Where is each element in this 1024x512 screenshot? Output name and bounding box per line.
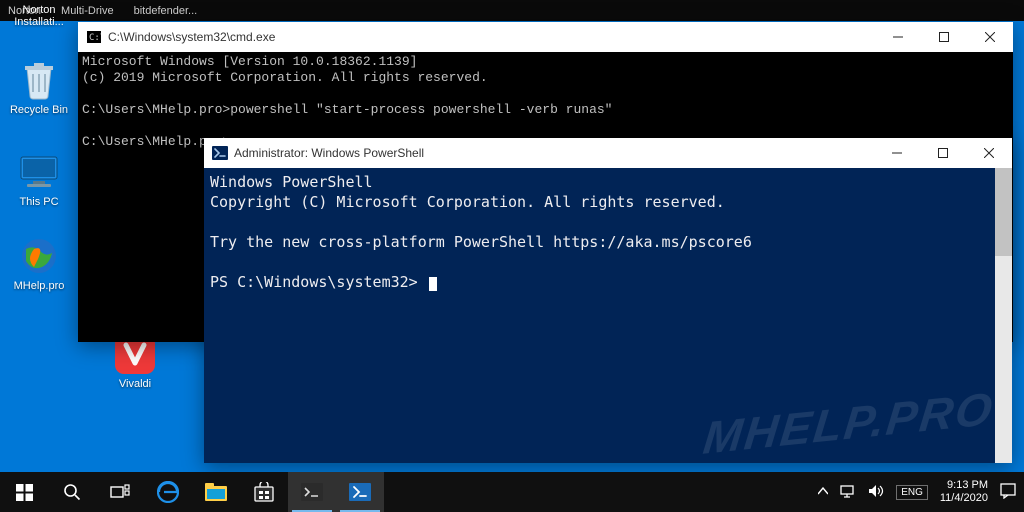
minimize-button[interactable]	[874, 138, 920, 168]
system-tray[interactable]: ENG 9:13 PM 11/4/2020	[810, 472, 1024, 512]
icon-label: This PC	[19, 196, 58, 208]
ps-titlebar[interactable]: Administrator: Windows PowerShell	[204, 138, 1012, 168]
ps-output: Windows PowerShell	[210, 173, 373, 191]
bookmark-strip: Norton Multi-Drive bitdefender...	[0, 0, 1024, 21]
recycle-bin-icon	[19, 60, 59, 100]
cmd-output: Microsoft Windows [Version 10.0.18362.11…	[82, 54, 417, 69]
ps-output: Try the new cross-platform PowerShell ht…	[210, 233, 752, 251]
tray-notifications-icon[interactable]	[1000, 483, 1016, 502]
icon-label: Norton Installati...	[4, 4, 74, 28]
powershell-window[interactable]: Administrator: Windows PowerShell Window…	[204, 138, 1012, 463]
ps-output: Copyright (C) Microsoft Corporation. All…	[210, 193, 725, 211]
taskbar[interactable]: ENG 9:13 PM 11/4/2020	[0, 472, 1024, 512]
tray-date: 11/4/2020	[940, 492, 988, 505]
cmd-title: C:\Windows\system32\cmd.exe	[108, 30, 275, 44]
taskbar-app-edge[interactable]	[144, 472, 192, 512]
taskbar-app-powershell[interactable]	[336, 472, 384, 512]
close-button[interactable]	[966, 138, 1012, 168]
icon-label: Recycle Bin	[10, 104, 68, 116]
tray-volume-icon[interactable]	[868, 484, 884, 501]
powershell-icon	[212, 145, 228, 161]
ps-body[interactable]: Windows PowerShell Copyright (C) Microso…	[204, 168, 1012, 463]
desktop-icon-recycle-bin[interactable]: Recycle Bin	[4, 60, 74, 116]
tray-clock[interactable]: 9:13 PM 11/4/2020	[940, 479, 988, 505]
taskbar-app-explorer[interactable]	[192, 472, 240, 512]
ps-prompt[interactable]: PS C:\Windows\system32>	[210, 273, 427, 291]
tray-chevron-up-icon[interactable]	[818, 486, 828, 498]
cmd-icon: C:\	[86, 29, 102, 45]
desktop-icon-norton[interactable]: Norton Installati...	[4, 4, 74, 28]
bookmark-item[interactable]: bitdefender...	[134, 5, 198, 17]
desktop-icon-mhelp[interactable]: MHelp.pro	[4, 236, 74, 292]
maximize-button[interactable]	[920, 138, 966, 168]
cmd-titlebar[interactable]: C:\ C:\Windows\system32\cmd.exe	[78, 22, 1013, 52]
minimize-button[interactable]	[875, 22, 921, 52]
start-button[interactable]	[0, 472, 48, 512]
globe-icon	[19, 236, 59, 276]
taskbar-app-cmd[interactable]	[288, 472, 336, 512]
maximize-button[interactable]	[921, 22, 967, 52]
cursor-icon	[429, 277, 437, 291]
search-button[interactable]	[48, 472, 96, 512]
tray-time: 9:13 PM	[940, 479, 988, 492]
close-button[interactable]	[967, 22, 1013, 52]
scrollbar[interactable]	[995, 168, 1012, 463]
scrollbar-thumb[interactable]	[995, 168, 1012, 256]
computer-icon	[19, 152, 59, 192]
tray-network-icon[interactable]	[840, 484, 856, 501]
cmd-output: (c) 2019 Microsoft Corporation. All righ…	[82, 70, 488, 85]
ps-title: Administrator: Windows PowerShell	[234, 146, 424, 160]
cmd-output: C:\Users\MHelp.pro>powershell "start-pro…	[82, 102, 613, 117]
desktop-icon-vivaldi[interactable]: Vivaldi	[100, 334, 170, 390]
taskbar-app-store[interactable]	[240, 472, 288, 512]
svg-text:C:\: C:\	[89, 33, 101, 43]
task-view-button[interactable]	[96, 472, 144, 512]
desktop[interactable]: Norton Multi-Drive bitdefender... Norton…	[0, 0, 1024, 512]
icon-label: MHelp.pro	[14, 280, 65, 292]
watermark: MHELP.PRO	[703, 398, 995, 448]
tray-language[interactable]: ENG	[896, 485, 928, 500]
desktop-icon-this-pc[interactable]: This PC	[4, 152, 74, 208]
icon-label: Vivaldi	[119, 378, 151, 390]
